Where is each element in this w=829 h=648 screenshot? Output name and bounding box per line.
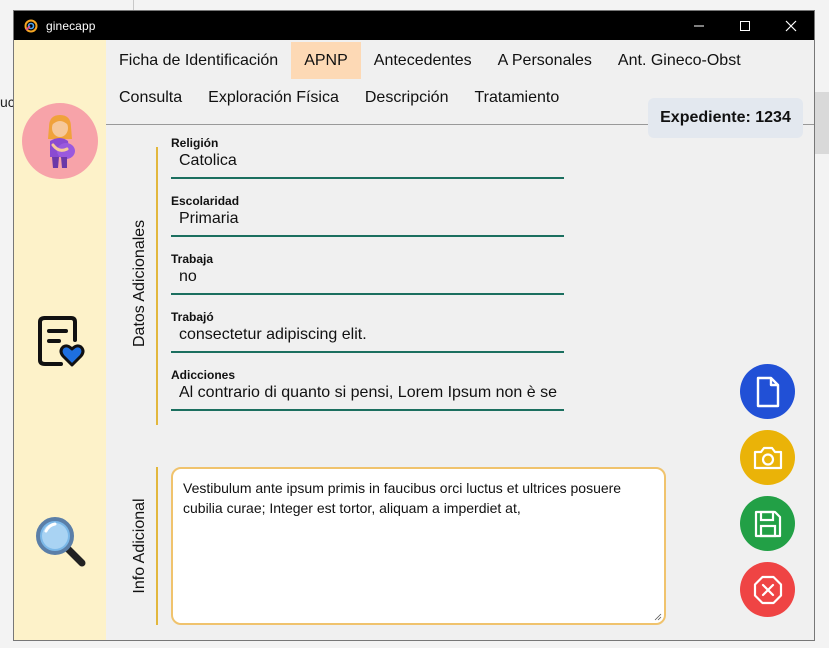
title-bar: ginecapp	[14, 11, 814, 40]
document-icon	[756, 376, 779, 407]
background-text-fragment: uc	[0, 94, 14, 110]
escolaridad-underline	[171, 235, 564, 237]
medical-record-heart-icon	[38, 316, 85, 367]
pregnant-woman-icon	[48, 115, 75, 168]
info-adicional-label: Info Adicional	[131, 498, 148, 594]
sidebar	[14, 40, 106, 640]
close-window-button[interactable]	[768, 11, 814, 40]
tab-tratamiento[interactable]: Tratamiento	[461, 79, 572, 116]
app-logo-icon	[24, 19, 38, 32]
tab-descripcion[interactable]: Descripción	[352, 79, 462, 116]
religion-field[interactable]: Religión Catolica	[171, 136, 564, 194]
tab-exploracion-fisica[interactable]: Exploración Física	[195, 79, 352, 116]
cancel-button[interactable]	[740, 562, 795, 617]
trabaja-underline	[171, 293, 564, 295]
medical-record-button[interactable]	[34, 313, 86, 369]
trabaja-value[interactable]: no	[179, 268, 559, 286]
close-icon	[785, 20, 797, 31]
religion-value[interactable]: Catolica	[179, 152, 559, 170]
camera-button[interactable]	[740, 430, 795, 485]
adicciones-value[interactable]: Al contrario di quanto si pensi, Lorem I…	[179, 384, 559, 402]
tab-ficha-identificacion[interactable]: Ficha de Identificación	[106, 42, 291, 79]
app-window: ginecapp Ficha de Identificación APNP An…	[13, 10, 815, 641]
stop-x-icon	[753, 575, 782, 604]
religion-label: Religión	[171, 136, 219, 150]
trabaja-field[interactable]: Trabaja no	[171, 252, 564, 310]
floppy-disk-icon	[754, 510, 781, 537]
new-document-button[interactable]	[740, 364, 795, 419]
expediente-badge: Expediente: 1234	[648, 98, 803, 138]
trabajo-field[interactable]: Trabajó consectetur adipiscing elit.	[171, 310, 564, 368]
info-adicional-text: Vestibulum ante ipsum primis in faucibus…	[183, 480, 622, 516]
background-scrollbar	[815, 92, 829, 154]
camera-icon	[753, 446, 782, 469]
adicciones-underline	[171, 409, 564, 411]
tabs-row-1: Ficha de Identificación APNP Antecedente…	[106, 42, 754, 79]
magnifier-icon	[36, 517, 86, 567]
tabs-row-2: Consulta Exploración Física Descripción …	[106, 79, 572, 116]
tab-a-personales[interactable]: A Personales	[485, 42, 605, 79]
maximize-icon	[740, 20, 750, 31]
escolaridad-field[interactable]: Escolaridad Primaria	[171, 194, 564, 252]
tab-consulta[interactable]: Consulta	[106, 79, 195, 116]
main-panel: Ficha de Identificación APNP Antecedente…	[106, 40, 814, 640]
adicciones-label: Adicciones	[171, 368, 236, 382]
search-button[interactable]	[34, 514, 88, 570]
tab-antecedentes[interactable]: Antecedentes	[361, 42, 485, 79]
info-adicional-textarea[interactable]: Vestibulum ante ipsum primis in faucibus…	[171, 467, 666, 625]
datos-adicionales-label: Datos Adicionales	[131, 219, 148, 347]
desktop-divider	[133, 0, 134, 10]
trabajo-underline	[171, 351, 564, 353]
tab-ant-gineco-obst[interactable]: Ant. Gineco-Obst	[605, 42, 754, 79]
trabajo-value[interactable]: consectetur adipiscing elit.	[179, 326, 559, 344]
window-title: ginecapp	[46, 18, 96, 33]
minimize-button[interactable]	[676, 11, 722, 40]
religion-underline	[171, 177, 564, 179]
minimize-icon	[694, 25, 704, 26]
maximize-button[interactable]	[722, 11, 768, 40]
datos-adicionales-bar	[156, 147, 158, 425]
patient-avatar[interactable]	[22, 103, 98, 179]
resize-grip-icon[interactable]	[654, 613, 662, 621]
trabajo-label: Trabajó	[171, 310, 214, 324]
window-controls	[676, 11, 814, 40]
save-button[interactable]	[740, 496, 795, 551]
escolaridad-label: Escolaridad	[171, 194, 240, 208]
trabaja-label: Trabaja	[171, 252, 214, 266]
info-adicional-bar	[156, 467, 158, 625]
adicciones-field[interactable]: Adicciones Al contrario di quanto si pen…	[171, 368, 564, 426]
escolaridad-value[interactable]: Primaria	[179, 210, 559, 228]
tab-apnp[interactable]: APNP	[291, 42, 361, 79]
